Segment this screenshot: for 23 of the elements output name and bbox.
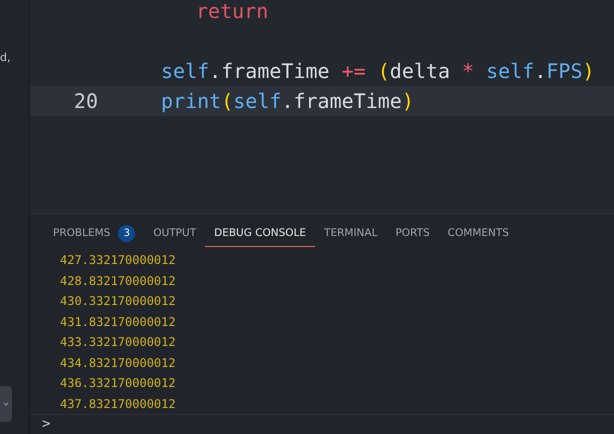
sidebar-text: d, xyxy=(0,50,12,66)
console-output-line: 430.332170000012 xyxy=(60,293,177,310)
console-output-line: 436.332170000012 xyxy=(60,375,177,392)
chevron-icon xyxy=(3,401,9,407)
code-line: self.frameTime += (delta * self.FPS) xyxy=(161,59,595,83)
console-prompt: > xyxy=(42,415,50,434)
console-output-line: 434.832170000012 xyxy=(60,354,177,372)
code-line: print(self.frameTime) xyxy=(161,89,414,113)
panel-tab[interactable]: PORTS xyxy=(386,221,439,247)
collapse-button[interactable] xyxy=(0,386,12,422)
panel-tab[interactable]: OUTPUT xyxy=(144,221,206,247)
console-output-line: 428.832170000012 xyxy=(60,272,177,290)
panel-tab[interactable]: PROBLEMS 3 xyxy=(44,221,144,247)
console-output-line: 431.832170000012 xyxy=(60,314,177,330)
line-number: 20 xyxy=(74,89,98,113)
code-line: return xyxy=(196,0,268,23)
panel-tab[interactable]: TERMINAL xyxy=(315,221,386,247)
console-output-line: 437.832170000012 xyxy=(60,396,177,412)
panel-tab[interactable]: DEBUG CONSOLE xyxy=(205,221,316,247)
count-badge: 3 xyxy=(118,225,136,242)
panel-tab[interactable]: COMMENTS xyxy=(438,221,518,247)
console-output-line: 433.332170000012 xyxy=(60,334,177,351)
console-output-line: 427.332170000012 xyxy=(60,252,177,269)
